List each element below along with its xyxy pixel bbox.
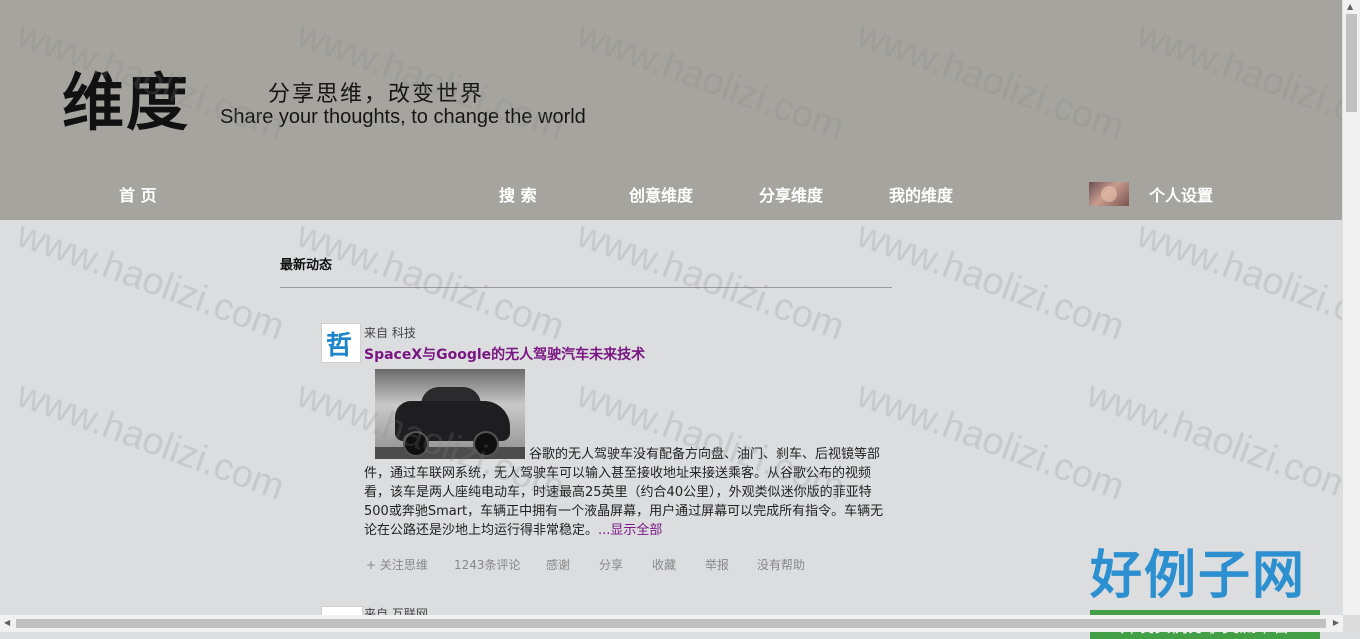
nav-share[interactable]: 分享维度 xyxy=(759,182,823,206)
watermark: www.haolizi.com xyxy=(571,213,850,349)
nav-home[interactable]: 首 页 xyxy=(119,182,157,206)
nav-settings[interactable]: 个人设置 xyxy=(1149,182,1213,206)
scroll-up-icon[interactable]: ▲ xyxy=(1347,2,1353,11)
horizontal-scrollbar[interactable]: ◀ ▶ xyxy=(0,615,1343,632)
watermark: www.haolizi.com xyxy=(851,373,1130,509)
watermark: www.haolizi.com xyxy=(851,213,1130,349)
nav-search[interactable]: 搜 索 xyxy=(499,182,537,206)
comments-link[interactable]: 1243条评论 xyxy=(454,556,521,573)
site-header: 维度 分享思维，改变世界 Share your thoughts, to cha… xyxy=(0,0,1343,220)
slogan-english: Share your thoughts, to change the world xyxy=(220,106,586,128)
site-logo[interactable]: 维度 xyxy=(62,52,190,142)
scroll-right-icon[interactable]: ▶ xyxy=(1333,618,1339,627)
share-button[interactable]: 分享 xyxy=(599,556,623,573)
report-button[interactable]: 举报 xyxy=(705,556,729,573)
topic-icon[interactable]: 哲 xyxy=(321,323,361,363)
collect-button[interactable]: 收藏 xyxy=(652,556,676,573)
post-source: 来自 科技 xyxy=(364,326,416,340)
post-excerpt: 谷歌的无人驾驶车没有配备方向盘、油门、刹车、后视镜等部件，通过车联网系统，无人驾… xyxy=(364,445,884,540)
brand-watermark-name: 好例子网 xyxy=(1090,546,1307,606)
post-title-link[interactable]: SpaceX与Google的无人驾驶汽车未来技术 xyxy=(364,344,645,364)
heading-divider xyxy=(280,287,892,288)
follow-button[interactable]: + 关注思维 xyxy=(366,556,428,573)
vertical-scrollbar[interactable]: ▲ xyxy=(1342,0,1360,615)
scroll-left-icon[interactable]: ◀ xyxy=(4,618,10,627)
thanks-button[interactable]: 感谢 xyxy=(546,556,570,573)
feed-heading: 最新动态 xyxy=(280,258,333,273)
show-all-link[interactable]: ...显示全部 xyxy=(598,523,662,538)
watermark: www.haolizi.com xyxy=(1081,373,1360,509)
horizontal-scroll-thumb[interactable] xyxy=(16,619,1326,628)
nav-creative[interactable]: 创意维度 xyxy=(629,182,693,206)
scrollbar-corner xyxy=(1343,615,1360,632)
unhelpful-button[interactable]: 没有帮助 xyxy=(757,556,805,573)
topic-glyph: 哲 xyxy=(326,331,353,361)
slogan-chinese: 分享思维，改变世界 xyxy=(268,82,485,107)
watermark: www.haolizi.com xyxy=(11,213,290,349)
watermark: www.haolizi.com xyxy=(1131,213,1360,349)
watermark: www.haolizi.com xyxy=(11,373,290,509)
nav-mine[interactable]: 我的维度 xyxy=(889,182,953,206)
user-avatar[interactable] xyxy=(1089,182,1129,206)
vertical-scroll-thumb[interactable] xyxy=(1346,14,1357,112)
